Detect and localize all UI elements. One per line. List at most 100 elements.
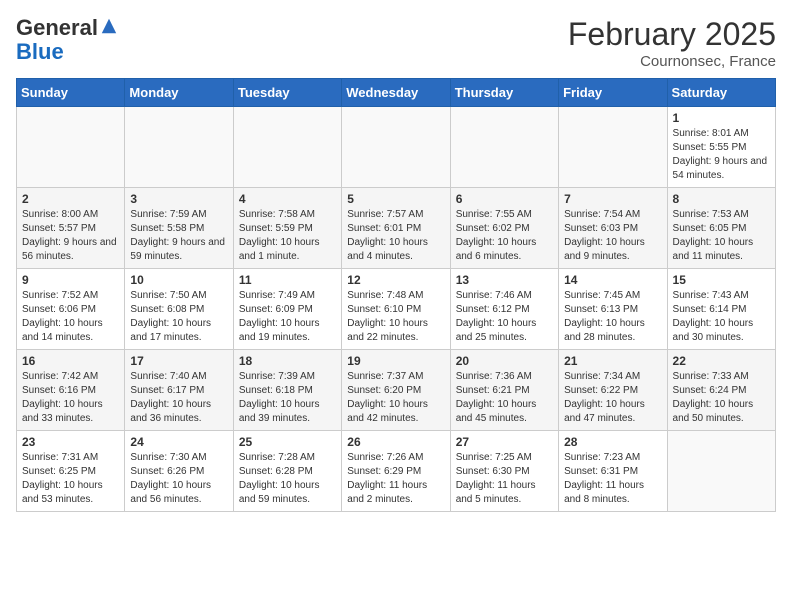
calendar-week-row: 23 Sunrise: 7:31 AM Sunset: 6:25 PM Dayli… (17, 431, 776, 512)
weekday-header: Saturday (667, 79, 775, 107)
calendar-cell: 4Sunrise: 7:58 AM Sunset: 5:59 PM Daylig… (233, 188, 341, 269)
day-number: 5 (347, 192, 444, 206)
weekday-header: Friday (559, 79, 667, 107)
day-info: Sunrise: 8:00 AM Sunset: 5:57 PM Dayligh… (22, 208, 119, 264)
calendar-cell (559, 107, 667, 188)
calendar-cell: 26Sunrise: 7:26 AM Sunset: 6:29 PM Dayli… (342, 431, 450, 512)
calendar-cell (125, 107, 233, 188)
day-number: 21 (564, 354, 661, 368)
day-number: 4 (239, 192, 336, 206)
day-info: Sunrise: 7:50 AM Sunset: 6:08 PM Dayligh… (130, 289, 227, 345)
location-subtitle: Cournonsec, France (568, 53, 776, 70)
weekday-header: Thursday (450, 79, 558, 107)
day-info: Sunrise: 7:55 AM Sunset: 6:02 PM Dayligh… (456, 208, 553, 264)
logo-general-text: General (16, 15, 98, 40)
day-info: Sunrise: 7:37 AM Sunset: 6:20 PM Dayligh… (347, 370, 444, 426)
month-title: February 2025 (568, 16, 776, 53)
calendar-week-row: 9 Sunrise: 7:52 AM Sunset: 6:06 PM Daylig… (17, 269, 776, 350)
weekday-header: Monday (125, 79, 233, 107)
calendar-cell: 16Sunrise: 7:42 AM Sunset: 6:16 PM Dayli… (17, 350, 125, 431)
day-info: Sunrise: 7:30 AM Sunset: 6:26 PM Dayligh… (130, 451, 227, 507)
calendar-cell (233, 107, 341, 188)
day-number: 17 (130, 354, 227, 368)
calendar-cell: 6 Sunrise: 7:55 AM Sunset: 6:02 PM Daylig… (450, 188, 558, 269)
day-number: 19 (347, 354, 444, 368)
day-info: Sunrise: 7:54 AM Sunset: 6:03 PM Dayligh… (564, 208, 661, 264)
day-number: 22 (673, 354, 770, 368)
day-number: 8 (673, 192, 770, 206)
weekday-header: Tuesday (233, 79, 341, 107)
day-number: 24 (130, 435, 227, 449)
day-number: 20 (456, 354, 553, 368)
day-info: Sunrise: 7:59 AM Sunset: 5:58 PM Dayligh… (130, 208, 227, 264)
calendar-cell (342, 107, 450, 188)
calendar-cell: 5 Sunrise: 7:57 AM Sunset: 6:01 PM Daylig… (342, 188, 450, 269)
day-number: 12 (347, 273, 444, 287)
title-block: February 2025 Cournonsec, France (568, 16, 776, 70)
day-info: Sunrise: 7:39 AM Sunset: 6:18 PM Dayligh… (239, 370, 336, 426)
day-number: 15 (673, 273, 770, 287)
day-info: Sunrise: 7:52 AM Sunset: 6:06 PM Dayligh… (22, 289, 119, 345)
calendar-cell: 10 Sunrise: 7:50 AM Sunset: 6:08 PM Dayli… (125, 269, 233, 350)
day-number: 13 (456, 273, 553, 287)
calendar-cell: 20Sunrise: 7:36 AM Sunset: 6:21 PM Dayli… (450, 350, 558, 431)
logo-icon (100, 17, 118, 35)
calendar-cell: 9 Sunrise: 7:52 AM Sunset: 6:06 PM Daylig… (17, 269, 125, 350)
calendar-cell (667, 431, 775, 512)
calendar-cell: 21 Sunrise: 7:34 AM Sunset: 6:22 PM Dayli… (559, 350, 667, 431)
day-number: 26 (347, 435, 444, 449)
day-number: 11 (239, 273, 336, 287)
day-info: Sunrise: 7:40 AM Sunset: 6:17 PM Dayligh… (130, 370, 227, 426)
calendar-cell: 3 Sunrise: 7:59 AM Sunset: 5:58 PM Daylig… (125, 188, 233, 269)
calendar-table: SundayMondayTuesdayWednesdayThursdayFrid… (16, 78, 776, 512)
day-info: Sunrise: 7:25 AM Sunset: 6:30 PM Dayligh… (456, 451, 553, 507)
calendar-cell (450, 107, 558, 188)
day-number: 14 (564, 273, 661, 287)
logo: General Blue (16, 16, 118, 64)
calendar-cell: 24 Sunrise: 7:30 AM Sunset: 6:26 PM Dayli… (125, 431, 233, 512)
day-info: Sunrise: 7:42 AM Sunset: 6:16 PM Dayligh… (22, 370, 119, 426)
day-number: 9 (22, 273, 119, 287)
day-number: 10 (130, 273, 227, 287)
calendar-cell: 14 Sunrise: 7:45 AM Sunset: 6:13 PM Dayli… (559, 269, 667, 350)
calendar-cell: 19 Sunrise: 7:37 AM Sunset: 6:20 PM Dayli… (342, 350, 450, 431)
calendar-header-row: SundayMondayTuesdayWednesdayThursdayFrid… (17, 79, 776, 107)
calendar-cell: 7 Sunrise: 7:54 AM Sunset: 6:03 PM Daylig… (559, 188, 667, 269)
calendar-cell: 12 Sunrise: 7:48 AM Sunset: 6:10 PM Dayli… (342, 269, 450, 350)
page-header: General Blue February 2025 Cournonsec, F… (16, 16, 776, 70)
day-number: 6 (456, 192, 553, 206)
day-info: Sunrise: 7:31 AM Sunset: 6:25 PM Dayligh… (22, 451, 119, 507)
calendar-cell: 22 Sunrise: 7:33 AM Sunset: 6:24 PM Dayli… (667, 350, 775, 431)
calendar-cell: 2 Sunrise: 8:00 AM Sunset: 5:57 PM Daylig… (17, 188, 125, 269)
day-number: 7 (564, 192, 661, 206)
day-info: Sunrise: 7:49 AM Sunset: 6:09 PM Dayligh… (239, 289, 336, 345)
calendar-cell (17, 107, 125, 188)
logo-blue-text: Blue (16, 39, 64, 64)
calendar-cell: 1 Sunrise: 8:01 AM Sunset: 5:55 PM Daylig… (667, 107, 775, 188)
day-info: Sunrise: 7:46 AM Sunset: 6:12 PM Dayligh… (456, 289, 553, 345)
day-info: Sunrise: 7:34 AM Sunset: 6:22 PM Dayligh… (564, 370, 661, 426)
day-info: Sunrise: 7:53 AM Sunset: 6:05 PM Dayligh… (673, 208, 770, 264)
day-number: 18 (239, 354, 336, 368)
calendar-cell: 15 Sunrise: 7:43 AM Sunset: 6:14 PM Dayli… (667, 269, 775, 350)
day-info: Sunrise: 7:45 AM Sunset: 6:13 PM Dayligh… (564, 289, 661, 345)
calendar-cell: 18 Sunrise: 7:39 AM Sunset: 6:18 PM Dayli… (233, 350, 341, 431)
calendar-cell: 11 Sunrise: 7:49 AM Sunset: 6:09 PM Dayli… (233, 269, 341, 350)
day-info: Sunrise: 7:48 AM Sunset: 6:10 PM Dayligh… (347, 289, 444, 345)
day-number: 3 (130, 192, 227, 206)
day-info: Sunrise: 8:01 AM Sunset: 5:55 PM Dayligh… (673, 127, 770, 183)
calendar-week-row: 1 Sunrise: 8:01 AM Sunset: 5:55 PM Daylig… (17, 107, 776, 188)
day-number: 1 (673, 111, 770, 125)
day-info: Sunrise: 7:43 AM Sunset: 6:14 PM Dayligh… (673, 289, 770, 345)
day-number: 28 (564, 435, 661, 449)
day-info: Sunrise: 7:23 AM Sunset: 6:31 PM Dayligh… (564, 451, 661, 507)
calendar-cell: 8 Sunrise: 7:53 AM Sunset: 6:05 PM Daylig… (667, 188, 775, 269)
weekday-header: Wednesday (342, 79, 450, 107)
day-number: 23 (22, 435, 119, 449)
day-info: Sunrise: 7:28 AM Sunset: 6:28 PM Dayligh… (239, 451, 336, 507)
day-number: 25 (239, 435, 336, 449)
calendar-cell: 23 Sunrise: 7:31 AM Sunset: 6:25 PM Dayli… (17, 431, 125, 512)
day-info: Sunrise: 7:57 AM Sunset: 6:01 PM Dayligh… (347, 208, 444, 264)
day-info: Sunrise: 7:33 AM Sunset: 6:24 PM Dayligh… (673, 370, 770, 426)
day-number: 2 (22, 192, 119, 206)
